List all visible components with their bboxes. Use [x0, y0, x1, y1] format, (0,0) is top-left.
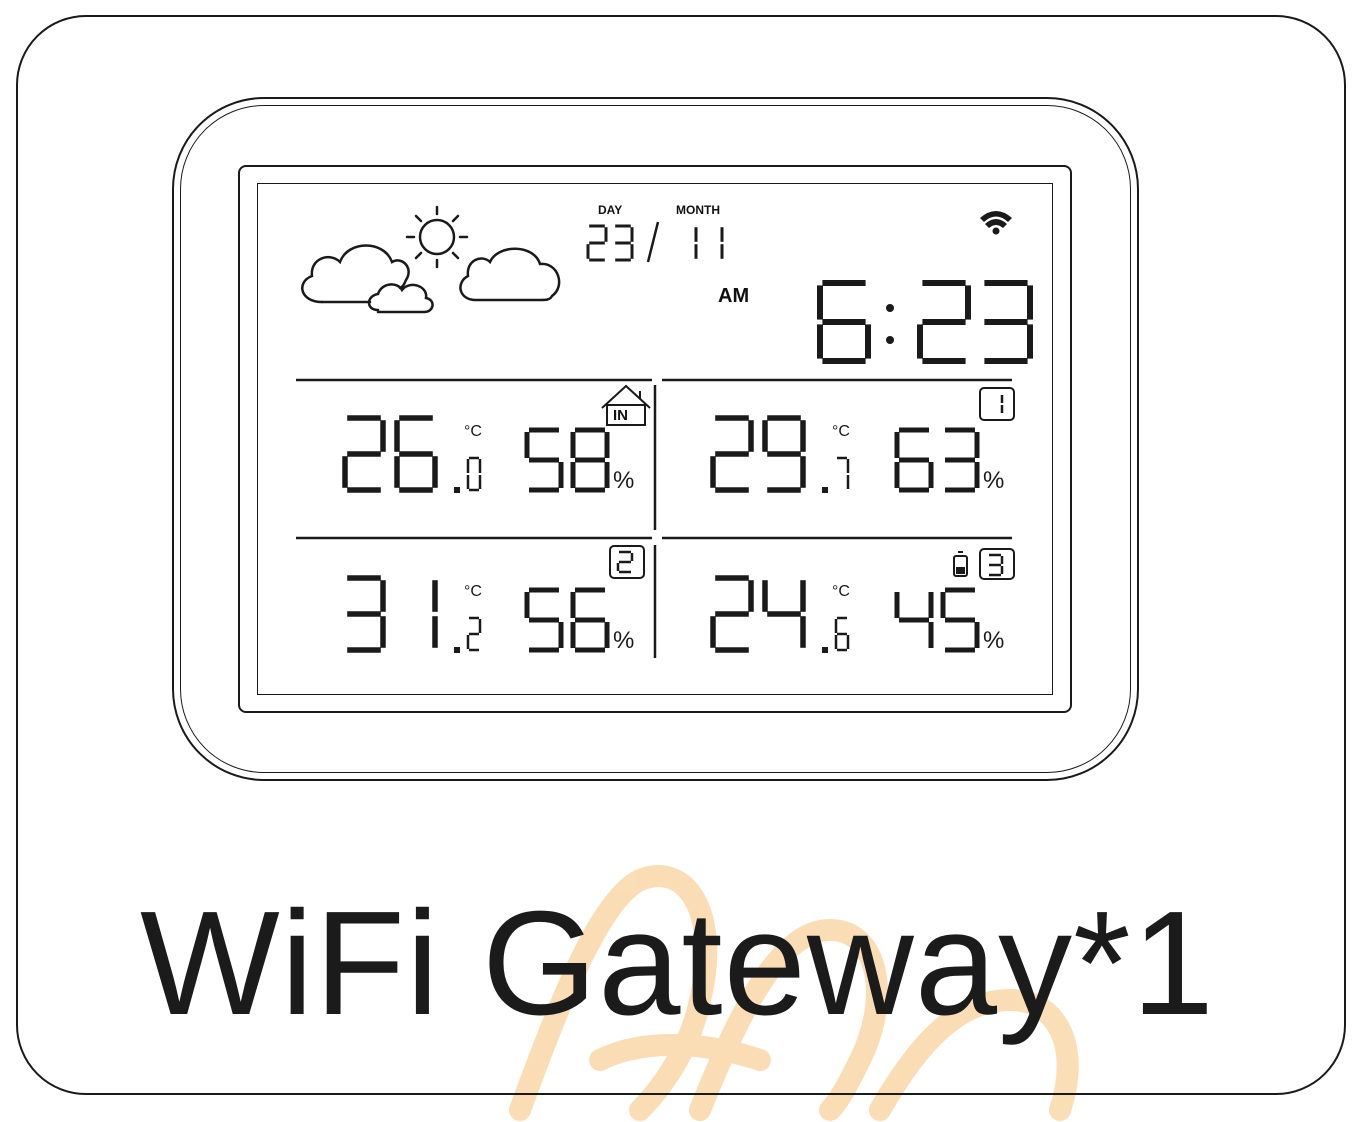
date-day-digit-0	[586, 224, 608, 262]
zone-channel-2-humidity-digit-0	[524, 587, 564, 653]
zone-channel-1-temp-digit-0	[710, 415, 754, 493]
zone-channel-3-temp-unit: °C	[832, 583, 850, 600]
zone-indoor-temp-digit-1	[394, 415, 438, 493]
time-colon	[886, 304, 894, 344]
zone-channel-2-humidity-unit: %	[613, 627, 634, 654]
zone-channel-3-humidity-digit-1	[940, 587, 980, 653]
month-label: MONTH	[676, 203, 720, 217]
zone-indoor-humidity-digit-1	[570, 427, 610, 493]
battery-low-icon	[953, 551, 968, 577]
zone-channel-1-temp-decimal-0	[837, 456, 850, 489]
zone-indoor-temp-digit-0	[342, 415, 386, 493]
zone-indoor-temp-unit: °C	[464, 423, 482, 440]
zone-channel-2-temp-decimal-0	[466, 616, 482, 652]
date-slash	[646, 221, 660, 263]
lcd-dividers	[296, 378, 1012, 658]
zone-channel-2-temp-unit: °C	[464, 583, 482, 600]
zone-channel-3-humidity-unit: %	[983, 627, 1004, 654]
time-minute-digit-1	[984, 280, 1033, 364]
zone-channel-1-humidity-unit: %	[983, 467, 1004, 494]
zone-channel-3-temp-digit-0	[710, 575, 754, 653]
zone-channel-1-temp-unit: °C	[832, 423, 850, 440]
day-label: DAY	[598, 203, 623, 217]
channel-1-badge-box	[979, 387, 1015, 421]
product-caption: WiFi Gateway*1	[140, 881, 1215, 1046]
date-day-digit-1	[615, 224, 634, 262]
indoor-badge-label: IN	[613, 407, 628, 424]
zone-channel-3-temp-digit-1	[762, 580, 806, 648]
zone-channel-2-badge-digit-0	[616, 550, 634, 574]
time-hour-digit-0	[817, 280, 871, 364]
zone-channel-1-humidity-digit-0	[894, 427, 934, 493]
am-pm-indicator: AM	[718, 285, 750, 307]
decimal-points	[454, 487, 828, 653]
zone-indoor-temp-decimal-0	[466, 456, 482, 492]
zone-channel-2-humidity-digit-1	[570, 587, 610, 653]
zone-channel-3-badge-digit-0	[989, 553, 1004, 577]
partly-sunny-cloudy-icon	[301, 205, 561, 314]
zone-channel-2-temp-digit-0	[347, 575, 386, 653]
zone-channel-1-humidity-digit-1	[945, 427, 980, 493]
zone-channel-3-humidity-digit-0	[894, 592, 934, 648]
zone-indoor-humidity-unit: %	[613, 467, 634, 494]
zone-indoor-humidity-digit-0	[524, 427, 564, 493]
zone-channel-1-temp-digit-1	[762, 415, 806, 493]
wifi-icon	[980, 211, 1012, 235]
zone-channel-3-temp-decimal-0	[834, 616, 850, 652]
time-minute-digit-0	[917, 280, 971, 364]
